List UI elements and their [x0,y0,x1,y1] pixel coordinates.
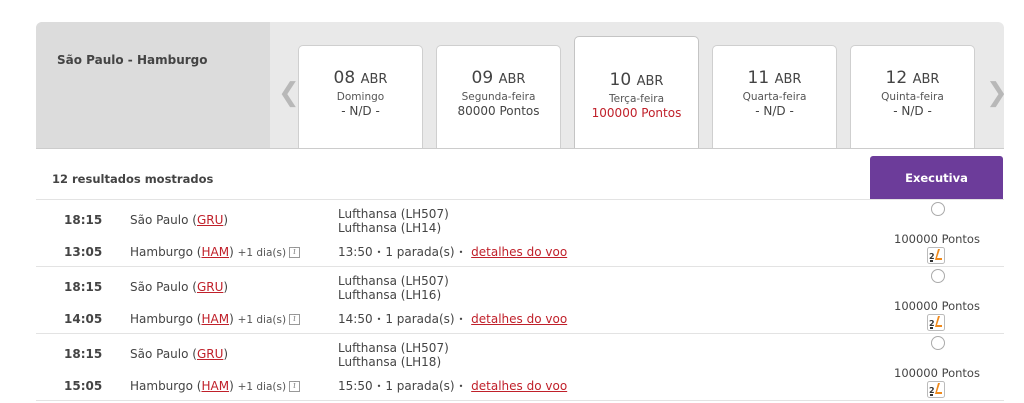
date-card-09-abr[interactable]: 09 ABR Segunda-feira 80000 Pontos [436,45,561,148]
date-day: 08 [333,68,356,88]
dot-separator: • [376,248,382,257]
dot-separator: • [376,382,382,391]
date-month: ABR [774,72,802,87]
arrival-airport-link[interactable]: HAM [201,379,229,393]
stops: 1 parada(s) [385,245,455,259]
info-icon[interactable]: i [289,247,301,258]
departure-airport-link[interactable]: GRU [197,280,223,294]
date-card-08-abr[interactable]: 08 ABR Domingo - N/D - [298,45,423,148]
fare-select-radio[interactable] [931,336,945,350]
cabin-tab-executiva[interactable]: Executiva [870,156,1003,199]
departure-city: São Paulo (GRU) [130,347,229,361]
dot-separator: • [458,248,464,257]
fare-points: 100000 Pontos [894,366,980,380]
seat-recline-icon: 2 [927,247,945,264]
departure-time: 18:15 [64,213,103,227]
date-points: - N/D - [893,104,932,118]
arrival-time: 13:05 [64,245,103,259]
date-points: - N/D - [341,104,380,118]
date-card-12-abr[interactable]: 12 ABR Quinta-feira - N/D - [850,45,975,148]
stops: 1 parada(s) [385,312,455,326]
arrival-city: Hamburgo (HAM) +1 dia(s) i [130,245,301,259]
arrival-city: Hamburgo (HAM) +1 dia(s) i [130,379,301,393]
date-card-10-abr-selected[interactable]: 10 ABR Terça-feira 100000 Pontos [574,36,699,149]
seat-recline-icon: 2 [927,314,945,331]
date-weekday: Quinta-feira [881,91,944,103]
fare-points: 100000 Pontos [894,299,980,313]
prev-dates-arrow-icon[interactable]: ❮ [278,80,300,106]
arrival-airport-link[interactable]: HAM [201,312,229,326]
flight-segment-2: Lufthansa (LH14) [338,221,442,235]
header-divider [36,148,1004,149]
arrival-city: Hamburgo (HAM) +1 dia(s) i [130,312,301,326]
departure-city: São Paulo (GRU) [130,280,229,294]
date-points: 100000 Pontos [591,106,682,120]
date-day: 12 [885,68,908,88]
flight-segment-1: Lufthansa (LH507) [338,274,449,288]
flight-segment-1: Lufthansa (LH507) [338,341,449,355]
flight-meta: 14:50 • 1 parada(s) • detalhes do voo [338,312,567,326]
svg-text:2: 2 [929,386,935,395]
fare-select-radio[interactable] [931,269,945,283]
flight-segment-2: Lufthansa (LH16) [338,288,442,302]
svg-text:2: 2 [929,252,935,261]
seat-recline-icon: 2 [927,381,945,398]
plus-day-label: +1 dia(s) [237,247,287,259]
plus-day-label: +1 dia(s) [237,314,287,326]
date-weekday: Quarta-feira [742,91,807,103]
date-month: ABR [636,74,664,89]
date-day: 09 [471,68,494,88]
duration: 14:50 [338,312,373,326]
flight-row: 18:15 São Paulo (GRU) 14:05 Hamburgo (HA… [36,267,1004,334]
route-title: São Paulo - Hamburgo [57,53,208,67]
dot-separator: • [458,315,464,324]
next-dates-arrow-icon[interactable]: ❯ [986,80,1008,106]
departure-time: 18:15 [64,347,103,361]
route-panel [36,22,270,148]
dot-separator: • [458,382,464,391]
flight-row: 18:15 São Paulo (GRU) 15:05 Hamburgo (HA… [36,334,1004,401]
flight-details-link[interactable]: detalhes do voo [471,245,567,259]
flight-details-link[interactable]: detalhes do voo [471,312,567,326]
results-count: 12 resultados mostrados [52,172,214,186]
duration: 15:50 [338,379,373,393]
info-icon[interactable]: i [289,314,301,325]
flight-meta: 15:50 • 1 parada(s) • detalhes do voo [338,379,567,393]
date-day: 10 [609,70,632,90]
arrival-airport-link[interactable]: HAM [201,245,229,259]
departure-city: São Paulo (GRU) [130,213,229,227]
svg-text:2: 2 [929,319,935,328]
stops: 1 parada(s) [385,379,455,393]
departure-airport-link[interactable]: GRU [197,213,223,227]
flight-details-link[interactable]: detalhes do voo [471,379,567,393]
flight-segment-1: Lufthansa (LH507) [338,207,449,221]
date-card-11-abr[interactable]: 11 ABR Quarta-feira - N/D - [712,45,837,148]
date-month: ABR [498,72,526,87]
departure-airport-link[interactable]: GRU [197,347,223,361]
date-day: 11 [747,68,770,88]
date-month: ABR [912,72,940,87]
dot-separator: • [376,315,382,324]
date-weekday: Domingo [336,91,385,103]
date-points: - N/D - [755,104,794,118]
date-points: 80000 Pontos [457,104,540,118]
date-weekday: Terça-feira [609,93,664,105]
departure-time: 18:15 [64,280,103,294]
arrival-time: 15:05 [64,379,103,393]
date-weekday: Segunda-feira [461,91,536,103]
arrival-time: 14:05 [64,312,103,326]
fare-select-radio[interactable] [931,202,945,216]
flight-row: 18:15 São Paulo (GRU) 13:05 Hamburgo (HA… [36,200,1004,267]
duration: 13:50 [338,245,373,259]
date-month: ABR [360,72,388,87]
flight-meta: 13:50 • 1 parada(s) • detalhes do voo [338,245,567,259]
fare-points: 100000 Pontos [894,232,980,246]
info-icon[interactable]: i [289,381,301,392]
flight-segment-2: Lufthansa (LH18) [338,355,442,369]
plus-day-label: +1 dia(s) [237,381,287,393]
